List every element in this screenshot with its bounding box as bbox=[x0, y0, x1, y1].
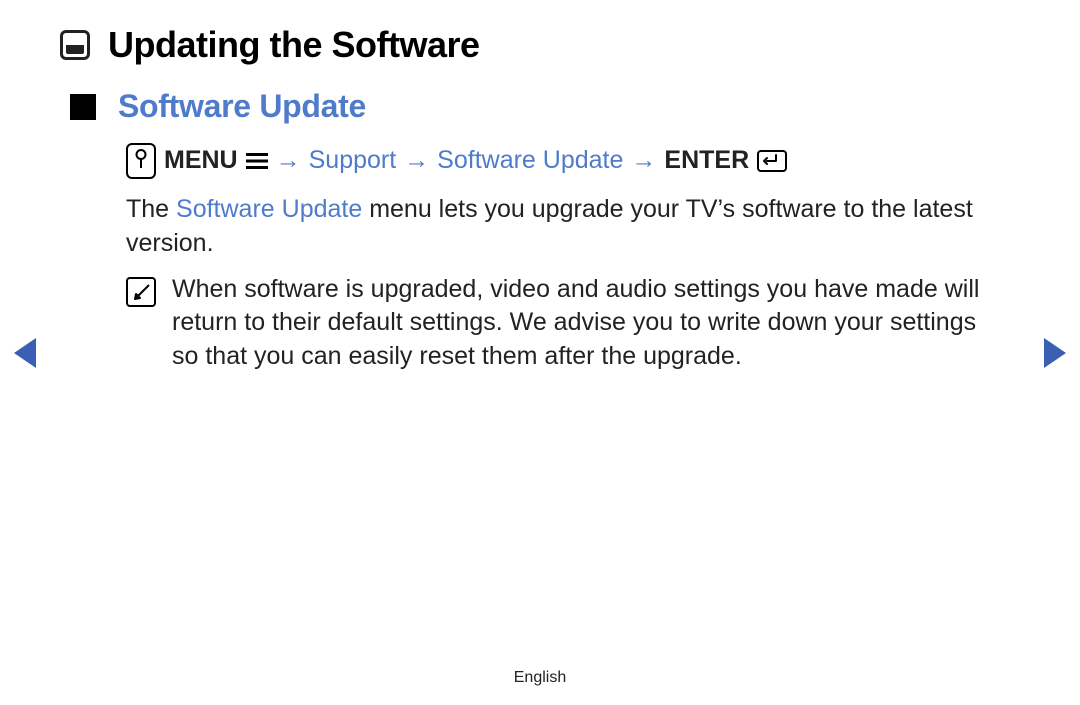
note-row: When software is upgraded, video and aud… bbox=[126, 273, 1002, 374]
content-area: MENU → Support → Software Update → ENTER… bbox=[60, 143, 1020, 374]
path-software-update: Software Update bbox=[437, 144, 623, 178]
footer-language: English bbox=[0, 669, 1080, 687]
navigation-path: MENU → Support → Software Update → ENTER bbox=[126, 143, 1002, 179]
menu-label: MENU bbox=[164, 144, 238, 178]
description-paragraph: The Software Update menu lets you upgrad… bbox=[126, 193, 1002, 261]
page-title: Updating the Software bbox=[108, 24, 480, 66]
enter-label: ENTER bbox=[664, 144, 749, 178]
note-text: When software is upgraded, video and aud… bbox=[172, 273, 1002, 374]
square-bullet-icon bbox=[70, 94, 96, 120]
desc-prefix: The bbox=[126, 195, 176, 223]
note-pencil-icon bbox=[126, 277, 156, 307]
page-title-row: Updating the Software bbox=[60, 24, 1020, 66]
section-heading-row: Software Update bbox=[60, 88, 1020, 125]
enter-key-icon bbox=[757, 150, 787, 172]
prev-page-arrow[interactable] bbox=[14, 338, 36, 368]
chapter-bookmark-icon bbox=[60, 30, 90, 60]
section-heading: Software Update bbox=[118, 88, 366, 125]
next-page-arrow[interactable] bbox=[1044, 338, 1066, 368]
menu-hamburger-icon bbox=[246, 153, 268, 169]
path-support: Support bbox=[309, 144, 397, 178]
manual-page: Updating the Software Software Update ME… bbox=[0, 0, 1080, 705]
arrow-separator: → bbox=[276, 144, 301, 178]
desc-term: Software Update bbox=[176, 195, 362, 223]
remote-hand-icon bbox=[126, 143, 156, 179]
arrow-separator: → bbox=[631, 144, 656, 178]
arrow-separator: → bbox=[404, 144, 429, 178]
